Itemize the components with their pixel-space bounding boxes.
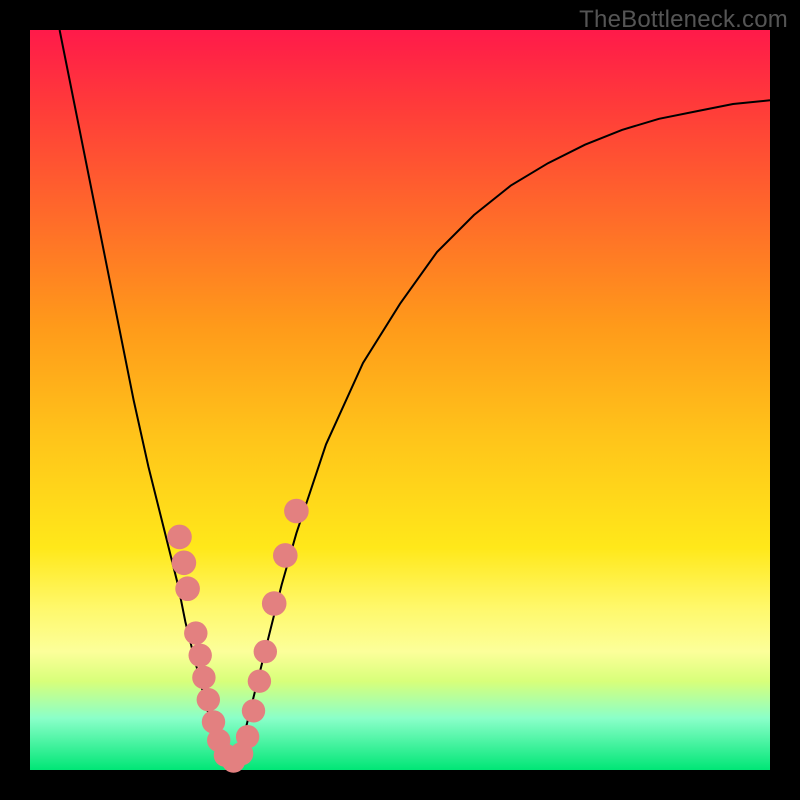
- bead-point: [192, 666, 215, 689]
- curve-right-branch: [230, 100, 770, 762]
- chart-svg: [30, 30, 770, 770]
- watermark-text: TheBottleneck.com: [579, 6, 788, 34]
- bead-point: [242, 699, 265, 722]
- bead-point: [262, 591, 287, 616]
- bead-point: [236, 725, 259, 748]
- bead-point: [189, 644, 212, 667]
- bead-point: [284, 499, 309, 524]
- bead-group: [167, 499, 308, 773]
- bead-point: [197, 688, 220, 711]
- bead-point: [172, 551, 197, 576]
- bead-point: [254, 640, 277, 663]
- chart-frame: TheBottleneck.com: [0, 0, 800, 800]
- bead-point: [248, 670, 271, 693]
- bead-point: [184, 621, 207, 644]
- bead-point: [175, 576, 200, 601]
- bead-point: [273, 543, 298, 568]
- plot-area: [30, 30, 770, 770]
- bead-point: [167, 525, 192, 550]
